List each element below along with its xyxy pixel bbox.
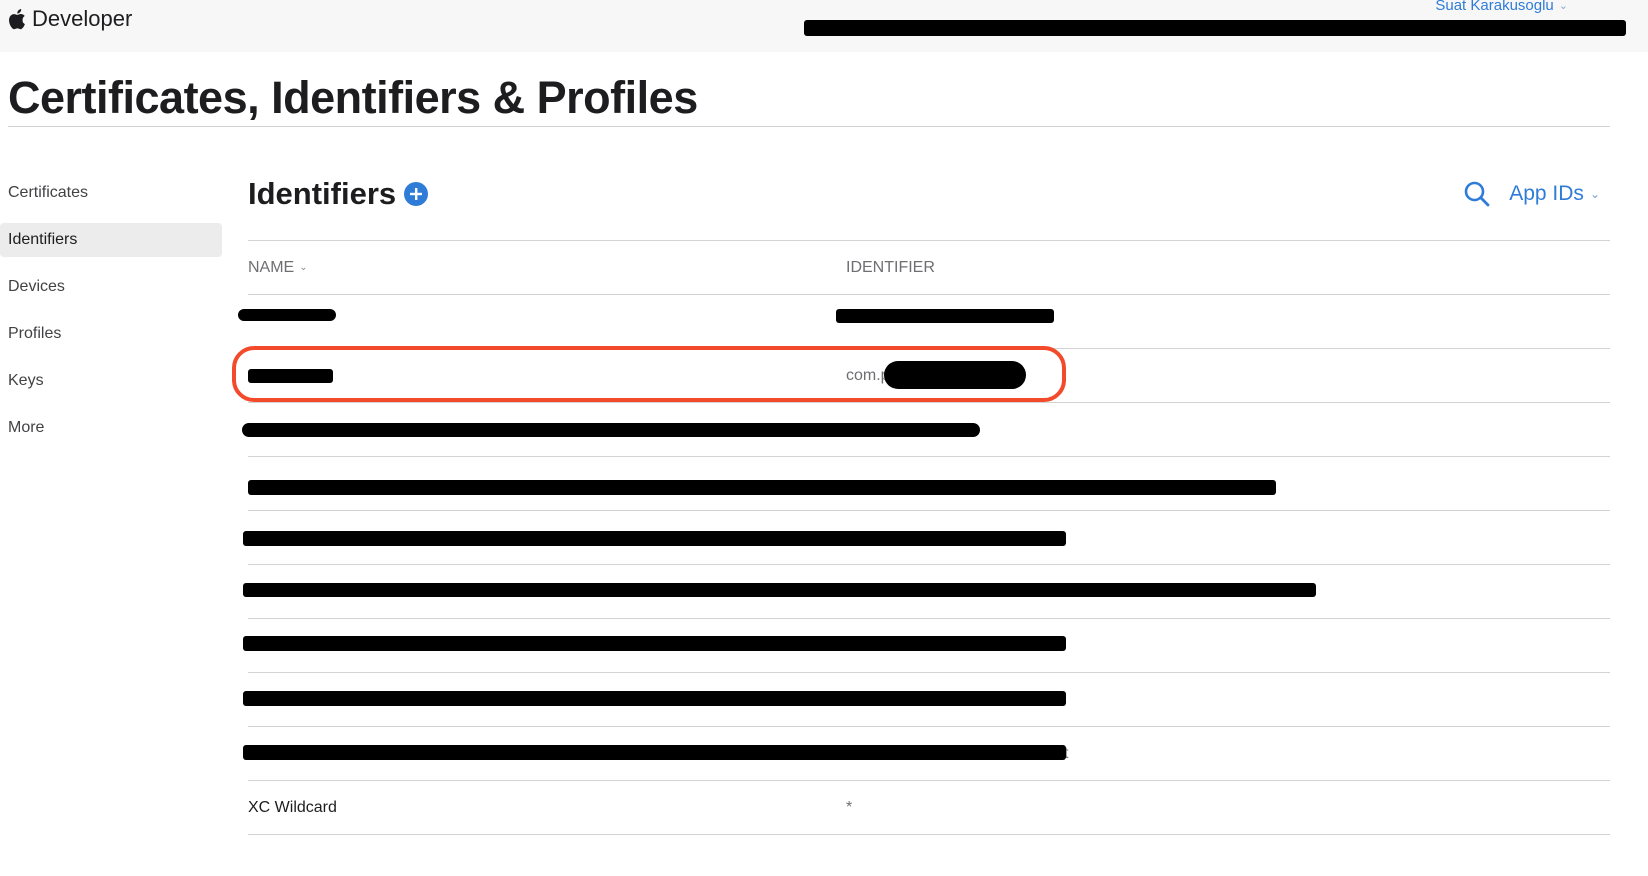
redaction-mark [884, 361, 1026, 389]
app-ids-filter-dropdown[interactable]: App IDs [1509, 182, 1584, 206]
name-column-header[interactable]: NAME ⌄ [248, 259, 846, 277]
redaction-mark [243, 583, 1316, 597]
redaction-mark [248, 480, 1276, 495]
row-identifier: * [846, 798, 853, 816]
filter-controls: App IDs ⌄ [1463, 180, 1600, 208]
search-icon[interactable] [1463, 180, 1491, 208]
redaction-mark [836, 309, 1054, 323]
account-menu[interactable]: Suat Karakusoglu ⌄ [1435, 0, 1568, 14]
name-header-label: NAME [248, 258, 295, 276]
title-divider [8, 126, 1610, 127]
redaction-mark [238, 309, 336, 321]
sidebar-item-certificates[interactable]: Certificates [0, 176, 222, 210]
redaction-mark [243, 531, 1066, 546]
redaction-mark [243, 745, 1066, 760]
page-title: Certificates, Identifiers & Profiles [8, 72, 698, 123]
sidebar-nav: Certificates Identifiers Devices Profile… [0, 176, 222, 458]
sidebar-item-keys[interactable]: Keys [0, 364, 222, 398]
redaction-mark [243, 691, 1066, 706]
brand-label: Developer [32, 6, 133, 31]
identifier-column-header: IDENTIFIER [846, 258, 935, 276]
sidebar-item-profiles[interactable]: Profiles [0, 317, 222, 351]
section-header: Identifiers [248, 176, 429, 212]
row-name: XC Wildcard [248, 798, 337, 816]
chevron-down-icon: ⌄ [1558, 0, 1568, 12]
sidebar-item-more[interactable]: More [0, 411, 222, 445]
apple-logo-icon [9, 9, 25, 30]
developer-brand-link[interactable]: Developer [8, 6, 132, 32]
redaction-mark [804, 20, 1626, 36]
table-row[interactable]: XC Wildcard * [248, 781, 1610, 835]
redaction-mark [243, 636, 1066, 651]
account-name: Suat Karakusoglu [1435, 0, 1554, 14]
redaction-mark [242, 423, 980, 437]
plus-circle-icon [410, 188, 423, 200]
redaction-mark [248, 369, 333, 383]
sort-chevron-icon: ⌄ [299, 262, 308, 273]
table-header-row: NAME ⌄ IDENTIFIER [248, 241, 1610, 295]
sidebar-item-identifiers[interactable]: Identifiers [0, 223, 222, 257]
chevron-down-icon: ⌄ [1589, 187, 1600, 201]
add-identifier-button[interactable] [404, 182, 429, 206]
sidebar-item-devices[interactable]: Devices [0, 270, 222, 304]
top-navigation-bar: Developer Suat Karakusoglu ⌄ [0, 0, 1648, 52]
section-title: Identifiers [248, 176, 397, 211]
